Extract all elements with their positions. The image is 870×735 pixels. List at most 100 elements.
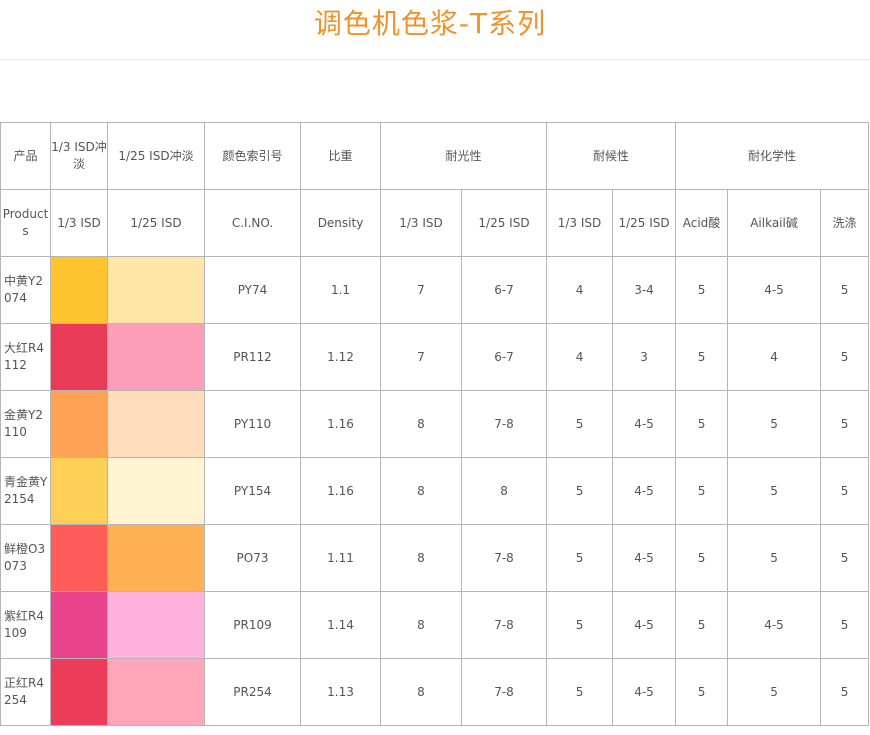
lightfastness-1-25: 7-8 — [460, 390, 548, 458]
wash-resistance: 5 — [820, 457, 870, 525]
ci-number: PR254 — [204, 658, 301, 726]
product-name: 青金黄Y2154 — [0, 457, 51, 525]
swatch-1-25-isd — [107, 591, 205, 659]
density-value: 1.12 — [300, 323, 381, 391]
weatherability-1-25: 4-5 — [612, 457, 677, 525]
header-weather-125: 1/25 ISD — [612, 189, 677, 257]
header-isd13-zh: 1/3 ISD冲淡 — [50, 122, 108, 190]
header-row-en: Products 1/3 ISD 1/25 ISD C.I.NO. Densit… — [0, 189, 870, 257]
alkali-resistance: 5 — [727, 524, 822, 592]
swatch-1-25-isd — [107, 658, 205, 726]
acid-resistance: 5 — [675, 323, 729, 391]
product-name: 大红R4112 — [0, 323, 51, 391]
color-swatch — [51, 458, 107, 524]
acid-resistance: 5 — [675, 658, 729, 726]
weatherability-1-3: 4 — [546, 256, 614, 324]
weatherability-1-25: 4-5 — [612, 658, 677, 726]
lightfastness-1-25: 6-7 — [460, 323, 548, 391]
table-row: 青金黄Y2154 PY154 1.16 8 8 5 4-5 5 5 5 — [0, 457, 870, 525]
weatherability-1-3: 5 — [546, 390, 614, 458]
title-divider — [0, 59, 870, 60]
density-value: 1.16 — [300, 390, 381, 458]
swatch-1-25-isd — [107, 323, 205, 391]
alkali-resistance: 4-5 — [727, 591, 822, 659]
color-swatch — [108, 391, 204, 457]
swatch-1-3-isd — [50, 658, 108, 726]
ci-number: PR112 — [204, 323, 301, 391]
ci-number: PY154 — [204, 457, 301, 525]
lightfastness-1-3: 8 — [380, 591, 462, 659]
table-row: 金黄Y2110 PY110 1.16 8 7-8 5 4-5 5 5 5 — [0, 390, 870, 458]
color-swatch — [108, 592, 204, 658]
product-name: 中黄Y2074 — [0, 256, 51, 324]
header-isd13-en: 1/3 ISD — [50, 189, 108, 257]
header-density-zh: 比重 — [300, 122, 381, 190]
lightfastness-1-25: 6-7 — [460, 256, 548, 324]
weatherability-1-25: 4-5 — [612, 524, 677, 592]
header-lightfastness: 耐光性 — [379, 122, 548, 190]
header-product-zh: 产品 — [0, 122, 51, 190]
header-weather-13: 1/3 ISD — [546, 189, 614, 257]
weatherability-1-3: 4 — [546, 323, 614, 391]
lightfastness-1-3: 8 — [380, 457, 462, 525]
swatch-1-3-isd — [50, 323, 108, 391]
weatherability-1-3: 5 — [546, 457, 614, 525]
header-weatherability: 耐候性 — [546, 122, 677, 190]
wash-resistance: 5 — [820, 390, 870, 458]
color-swatch — [51, 324, 107, 390]
header-isd125-zh: 1/25 ISD冲淡 — [107, 122, 205, 190]
colorant-table: 产品 1/3 ISD冲淡 1/25 ISD冲淡 颜色索引号 比重 耐光性 耐候性… — [0, 122, 870, 726]
density-value: 1.16 — [300, 457, 381, 525]
acid-resistance: 5 — [675, 524, 729, 592]
color-swatch — [51, 391, 107, 457]
lightfastness-1-3: 7 — [380, 256, 462, 324]
density-value: 1.1 — [300, 256, 381, 324]
swatch-1-3-isd — [50, 591, 108, 659]
page-title: 调色机色浆-T系列 — [313, 7, 547, 40]
density-value: 1.11 — [300, 524, 381, 592]
color-swatch — [108, 257, 204, 323]
alkali-resistance: 5 — [727, 390, 822, 458]
header-density-en: Density — [300, 189, 381, 257]
header-light-13: 1/3 ISD — [380, 189, 462, 257]
header-wash: 洗涤 — [820, 189, 870, 257]
ci-number: PO73 — [204, 524, 301, 592]
color-swatch — [108, 659, 204, 725]
lightfastness-1-25: 7-8 — [460, 591, 548, 659]
header-cino-en: C.I.NO. — [204, 189, 301, 257]
header-acid: Acid酸 — [675, 189, 729, 257]
acid-resistance: 5 — [675, 256, 729, 324]
lightfastness-1-3: 8 — [380, 390, 462, 458]
header-isd125-en: 1/25 ISD — [107, 189, 205, 257]
wash-resistance: 5 — [820, 323, 870, 391]
swatch-1-3-isd — [50, 256, 108, 324]
wash-resistance: 5 — [820, 658, 870, 726]
table-row: 紫红R4109 PR109 1.14 8 7-8 5 4-5 5 4-5 5 — [0, 591, 870, 659]
lightfastness-1-25: 8 — [460, 457, 548, 525]
alkali-resistance: 4-5 — [727, 256, 822, 324]
header-product-en: Products — [0, 189, 51, 257]
header-cino-zh: 颜色索引号 — [204, 122, 301, 190]
swatch-1-25-isd — [107, 256, 205, 324]
swatch-1-25-isd — [107, 457, 205, 525]
weatherability-1-3: 5 — [546, 524, 614, 592]
ci-number: PR109 — [204, 591, 301, 659]
ci-number: PY74 — [204, 256, 301, 324]
weatherability-1-3: 5 — [546, 591, 614, 659]
product-name: 金黄Y2110 — [0, 390, 51, 458]
lightfastness-1-25: 7-8 — [460, 524, 548, 592]
header-light-125: 1/25 ISD — [460, 189, 548, 257]
swatch-1-3-isd — [50, 524, 108, 592]
density-value: 1.14 — [300, 591, 381, 659]
color-swatch — [51, 525, 107, 591]
acid-resistance: 5 — [675, 591, 729, 659]
lightfastness-1-25: 7-8 — [460, 658, 548, 726]
product-name: 鲜橙O3073 — [0, 524, 51, 592]
alkali-resistance: 5 — [727, 457, 822, 525]
wash-resistance: 5 — [820, 524, 870, 592]
header-alkali: Ailkail碱 — [727, 189, 822, 257]
table-row: 中黄Y2074 PY74 1.1 7 6-7 4 3-4 5 4-5 5 — [0, 256, 870, 324]
swatch-1-25-isd — [107, 524, 205, 592]
weatherability-1-25: 3 — [612, 323, 677, 391]
swatch-1-25-isd — [107, 390, 205, 458]
